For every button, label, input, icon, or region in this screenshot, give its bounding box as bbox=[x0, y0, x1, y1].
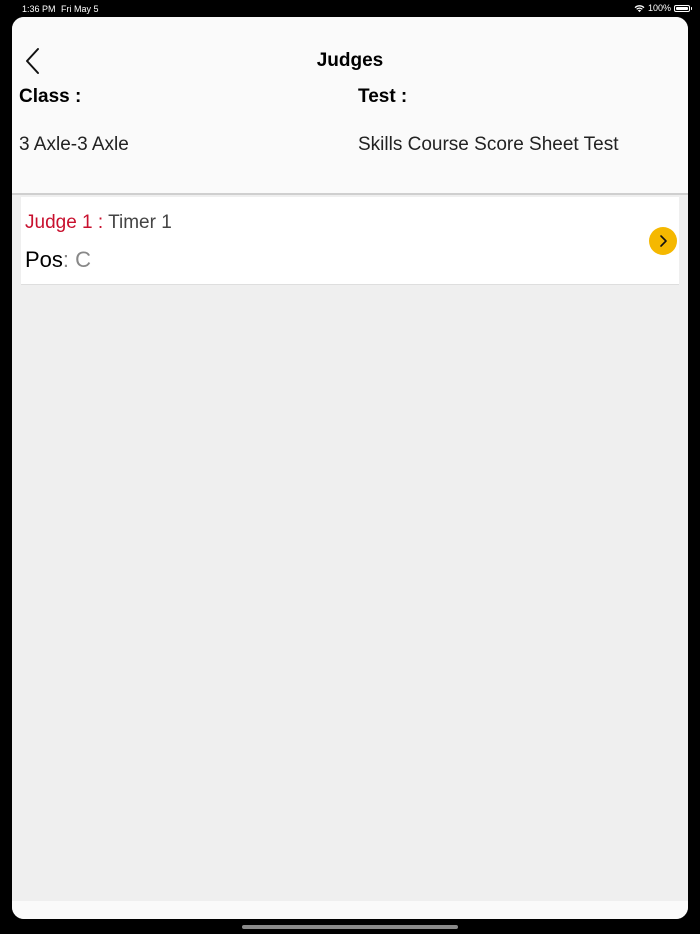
status-indicators: 100% bbox=[634, 3, 692, 13]
judge-name: Timer 1 bbox=[103, 212, 172, 233]
header: Judges Class : 3 Axle-3 Axle Test : Skil… bbox=[12, 17, 688, 195]
chevron-right-icon bbox=[660, 235, 667, 247]
app-screen: Judges Class : 3 Axle-3 Axle Test : Skil… bbox=[12, 17, 688, 919]
class-value: 3 Axle-3 Axle bbox=[19, 134, 129, 155]
test-label: Test : bbox=[358, 86, 408, 107]
status-bar: 1:36 PM Fri May 5 100% bbox=[0, 0, 700, 17]
battery-icon bbox=[674, 4, 692, 12]
judge-card[interactable]: Judge 1 : Timer 1 Pos: C bbox=[21, 197, 679, 285]
judge-line: Judge 1 : Timer 1 bbox=[25, 212, 172, 234]
class-label: Class : bbox=[19, 86, 82, 107]
page-title: Judges bbox=[316, 50, 384, 71]
pos-line: Pos: C bbox=[25, 247, 91, 273]
status-time: 1:36 PM bbox=[22, 4, 56, 14]
pos-separator: : bbox=[62, 247, 76, 272]
battery-percent: 100% bbox=[647, 3, 671, 13]
open-judge-button[interactable] bbox=[649, 227, 677, 255]
judge-label: Judge 1 : bbox=[25, 212, 104, 233]
pos-label: Pos bbox=[25, 247, 63, 272]
pos-value: C bbox=[75, 247, 92, 272]
wifi-icon bbox=[634, 4, 645, 12]
home-indicator[interactable] bbox=[242, 925, 458, 929]
test-value: Skills Course Score Sheet Test bbox=[358, 134, 619, 155]
bottom-bar bbox=[12, 901, 688, 919]
status-date: Fri May 5 bbox=[61, 4, 99, 14]
